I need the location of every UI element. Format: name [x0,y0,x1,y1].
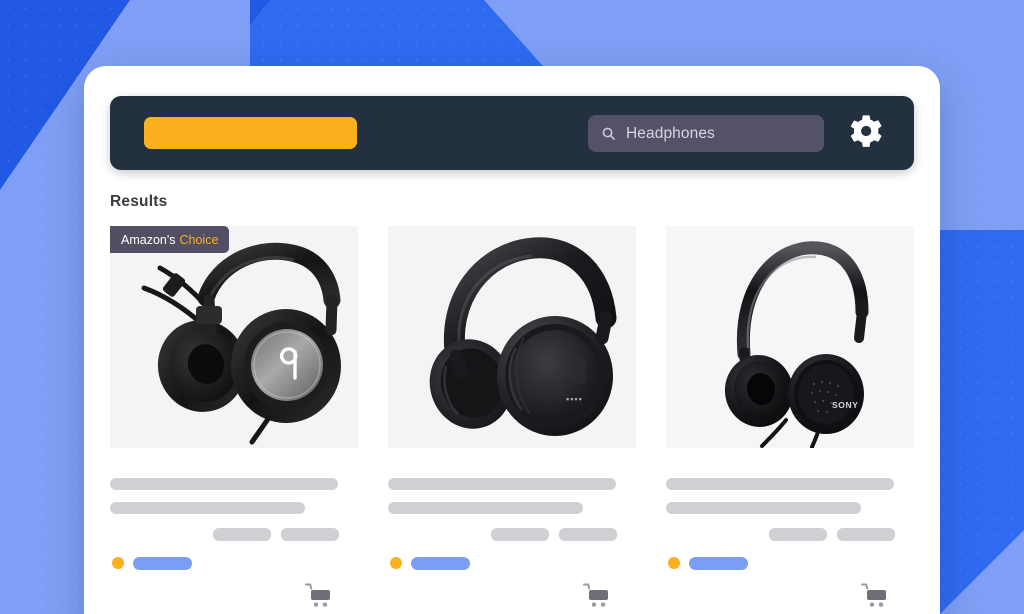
skeleton-line-secondary [666,502,861,514]
skeleton-line-primary [666,478,894,490]
top-toolbar: Headphones [110,96,914,170]
status-dot [390,557,402,569]
skeleton-tag-1 [491,528,549,541]
skeleton-action-pill[interactable] [689,557,748,570]
skeleton-line-secondary [110,502,305,514]
skeleton-line-secondary [388,502,583,514]
shopping-cart-icon [861,583,886,607]
search-icon [601,126,616,141]
add-to-cart-button[interactable] [861,582,891,608]
page-title: Results [110,193,168,210]
skeleton-action-pill[interactable] [411,557,470,570]
badge-prefix: Amazon's [121,232,176,247]
shopping-cart-icon [305,583,330,607]
headphones-image-2: ▪▪▪▪ [388,226,636,448]
product-meta-skeleton [388,466,636,607]
product-thumbnail[interactable]: SONY [666,226,914,448]
status-dot [668,557,680,569]
skeleton-tag-2 [281,528,339,541]
product-card[interactable]: SONY [666,226,914,607]
skeleton-tag-1 [769,528,827,541]
badge-suffix: Choice [179,232,219,247]
skeleton-line-primary [388,478,616,490]
product-card[interactable]: ▪▪▪▪ [388,226,636,607]
skeleton-tag-1 [213,528,271,541]
add-to-cart-button[interactable] [583,582,613,608]
results-grid: Amazon's Choice ▪▪▪▪ SONY [110,226,914,607]
search-input-value: Headphones [626,124,715,142]
svg-text:SONY: SONY [832,400,859,410]
app-window: Headphones Results Amazon's Choice ▪▪▪▪ … [84,66,940,614]
status-dot [112,557,124,569]
product-meta-skeleton [110,466,358,607]
product-thumbnail[interactable]: Amazon's Choice [110,226,358,448]
add-to-cart-button[interactable] [305,582,335,608]
svg-text:▪▪▪▪: ▪▪▪▪ [566,394,583,404]
skeleton-tag-2 [837,528,895,541]
gear-icon [850,114,884,153]
settings-button[interactable] [848,114,886,152]
product-meta-skeleton [666,466,914,607]
amazons-choice-badge: Amazon's Choice [110,226,230,253]
product-card[interactable]: Amazon's Choice [110,226,358,607]
product-thumbnail[interactable]: ▪▪▪▪ [388,226,636,448]
skeleton-line-primary [110,478,338,490]
skeleton-tag-2 [559,528,617,541]
brand-logo-placeholder[interactable] [144,117,357,149]
search-input[interactable]: Headphones [588,115,824,152]
skeleton-action-pill[interactable] [133,557,192,570]
headphones-image-1 [110,226,358,448]
headphones-image-3: SONY [666,226,914,448]
shopping-cart-icon [583,583,608,607]
